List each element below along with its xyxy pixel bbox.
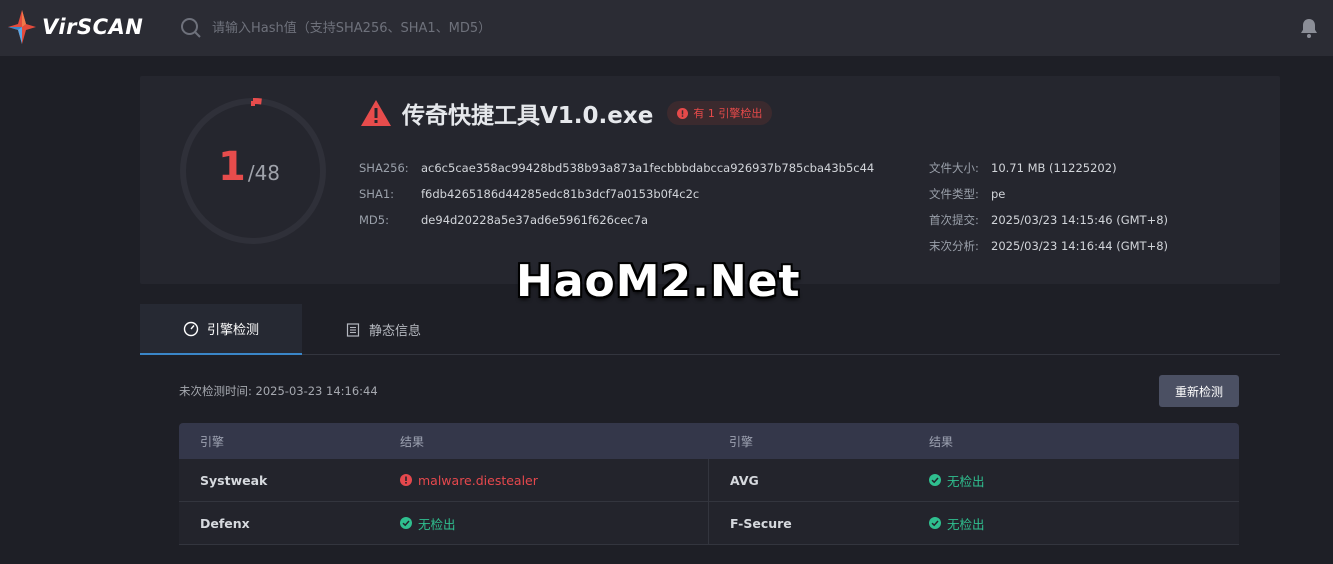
engine-name: F-Secure	[708, 501, 908, 545]
engine-result: 无检出	[908, 471, 1239, 490]
engine-results-table: 引擎 结果 引擎 结果 Systweak malware.diestealer …	[179, 423, 1239, 545]
file-meta-list: 文件大小: 10.71 MB (11225202) 文件类型: pe 首次提交:…	[929, 155, 1168, 259]
engine-result: 无检出	[379, 514, 708, 533]
meta-value: pe	[991, 187, 1006, 201]
meta-value: 10.71 MB (11225202)	[991, 161, 1117, 175]
column-header: 结果	[929, 434, 954, 449]
hash-label: SHA256:	[359, 161, 409, 175]
alert-circle-icon	[677, 107, 689, 119]
file-title: 传奇快捷工具V1.0.exe 有 1 引擎检出	[360, 96, 773, 130]
table-row: Defenx 无检出 F-Secure 无检出	[179, 501, 1239, 545]
hash-list: SHA256: ac6c5cae358ac99428bd538b93a873a1…	[359, 155, 874, 233]
meta-row-size: 文件大小: 10.71 MB (11225202)	[929, 155, 1168, 181]
badge-label: 有 1 引擎检出	[693, 107, 763, 120]
engine-result: malware.diestealer	[379, 473, 708, 488]
meta-row-type: 文件类型: pe	[929, 181, 1168, 207]
column-header: 引擎	[729, 434, 754, 449]
watermark: HaoM2.Net	[516, 256, 801, 307]
hash-value[interactable]: ac6c5cae358ac99428bd538b93a873a1fecbbbda…	[421, 161, 874, 175]
meta-row-last-analysis: 末次分析: 2025/03/23 14:16:44 (GMT+8)	[929, 233, 1168, 259]
engine-result: 无检出	[908, 514, 1239, 533]
engine-total: /48	[247, 161, 281, 185]
meta-row-first-submit: 首次提交: 2025/03/23 14:15:46 (GMT+8)	[929, 207, 1168, 233]
warning-icon	[361, 100, 391, 126]
check-circle-icon	[929, 517, 941, 529]
hash-row-sha256: SHA256: ac6c5cae358ac99428bd538b93a873a1…	[359, 155, 874, 181]
tab-engine-detection[interactable]: 引擎检测	[140, 304, 302, 355]
column-header: 引擎	[200, 434, 225, 449]
hash-label: MD5:	[359, 213, 389, 227]
hash-value[interactable]: de94d20228a5e37ad6e5961f626cec7a	[421, 213, 648, 227]
search-input[interactable]	[212, 16, 732, 40]
logo-icon	[8, 10, 36, 44]
detection-badge: 有 1 引擎检出	[667, 101, 773, 125]
table-row: Systweak malware.diestealer AVG 无检出	[179, 458, 1239, 502]
search-bar	[180, 16, 732, 40]
engine-name: AVG	[708, 458, 908, 502]
check-circle-icon	[400, 517, 412, 529]
search-icon[interactable]	[180, 17, 202, 39]
gauge-icon	[183, 321, 199, 336]
check-circle-icon	[929, 474, 941, 486]
result-label: 无检出	[418, 516, 456, 532]
hash-row-md5: MD5: de94d20228a5e37ad6e5961f626cec7a	[359, 207, 874, 233]
rescan-button[interactable]: 重新检测	[1159, 375, 1239, 407]
tab-label: 静态信息	[368, 324, 421, 339]
tab-label: 引擎检测	[206, 323, 259, 338]
detection-count: 1	[218, 144, 246, 190]
column-header: 结果	[400, 434, 425, 449]
meta-label: 文件类型:	[929, 187, 979, 201]
table-header: 引擎 结果 引擎 结果	[179, 423, 1239, 459]
result-label: malware.diestealer	[418, 472, 538, 488]
engine-name: Systweak	[200, 472, 268, 488]
hash-value[interactable]: f6db4265186d44285edc81b3dcf7a0153b0f4c2c	[421, 187, 699, 201]
tab-static-info[interactable]: 静态信息	[302, 304, 464, 355]
result-label: 无检出	[947, 516, 985, 532]
meta-label: 末次分析:	[929, 239, 979, 253]
file-summary-card: 1 /48 传奇快捷工具V1.0.exe 有 1 引擎检出 SHA256: ac…	[140, 76, 1280, 284]
logo[interactable]: VirSCAN	[8, 10, 143, 44]
meta-label: 文件大小:	[929, 161, 979, 175]
engine-name: Defenx	[200, 515, 250, 531]
result-label: 无检出	[947, 473, 985, 489]
hash-row-sha1: SHA1: f6db4265186d44285edc81b3dcf7a0153b…	[359, 181, 874, 207]
meta-value: 2025/03/23 14:15:46 (GMT+8)	[991, 213, 1169, 227]
hash-label: SHA1:	[359, 187, 395, 201]
logo-text: VirSCAN	[42, 15, 144, 39]
tab-bar: 引擎检测 静态信息	[140, 304, 1280, 355]
meta-value: 2025/03/23 14:16:44 (GMT+8)	[991, 239, 1169, 253]
last-scan-time: 未次检测时间: 2025-03-23 14:16:44	[179, 384, 378, 398]
detection-score: 1 /48	[218, 144, 308, 190]
document-icon	[346, 322, 360, 337]
alert-circle-icon	[400, 474, 412, 486]
top-nav: VirSCAN	[0, 0, 1333, 56]
meta-label: 首次提交:	[929, 213, 979, 227]
file-name: 传奇快捷工具V1.0.exe	[402, 103, 654, 129]
bell-icon[interactable]	[1297, 16, 1321, 40]
